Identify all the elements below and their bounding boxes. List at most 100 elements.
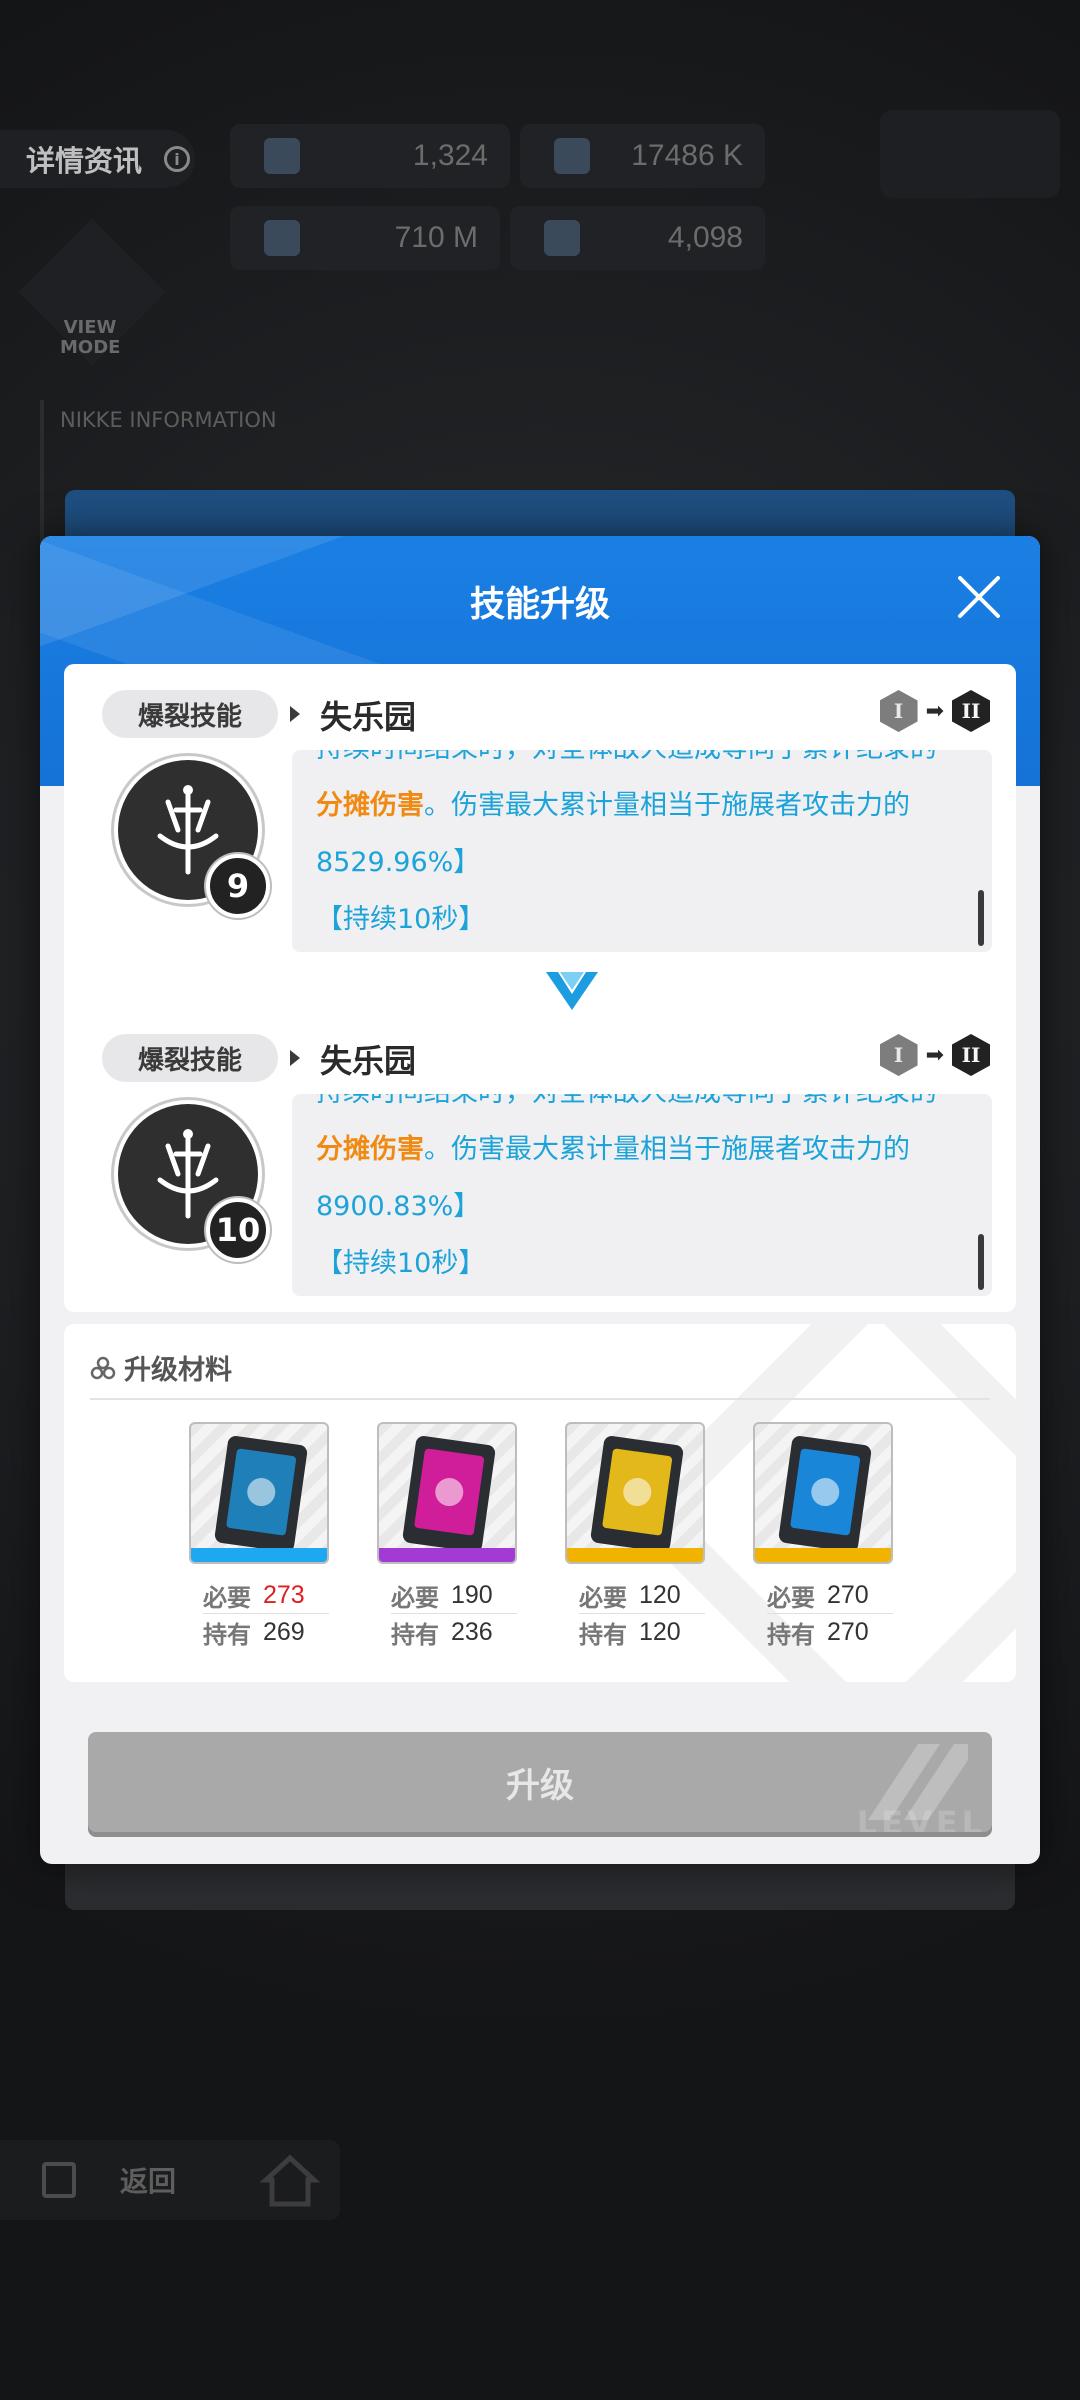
- owned-value: 269: [263, 1617, 305, 1646]
- required-value: 270: [827, 1581, 869, 1609]
- arrow-right-icon: [290, 706, 300, 722]
- owned-row: 持有 269: [203, 1614, 329, 1650]
- required-label: 必要: [203, 1584, 251, 1612]
- stat-icon: [554, 138, 590, 174]
- rarity-stripe: [379, 1548, 515, 1562]
- material-item[interactable]: 必要 273 持有 269: [189, 1422, 329, 1650]
- tablet-screen: [790, 1448, 861, 1536]
- required-value: 273: [263, 1581, 305, 1609]
- arrow-right-icon: [290, 1050, 300, 1066]
- owned-label: 持有: [391, 1620, 439, 1649]
- arrow-right-icon: ➡: [925, 698, 944, 724]
- tier-from-icon: I: [879, 1034, 918, 1076]
- detail-info-label: 详情资讯: [26, 144, 143, 178]
- skill-description[interactable]: 持续时间结束时，对全体敌人造成等同于累计纪录的 分摊伤害。伤害最大累计量相当于施…: [292, 750, 992, 952]
- stat-value: 710 M: [394, 221, 478, 254]
- owned-label: 持有: [767, 1620, 815, 1649]
- desc-duration: 【持续10秒】: [316, 1248, 486, 1279]
- owned-value: 236: [451, 1617, 493, 1646]
- stat-icon: [544, 220, 580, 256]
- materials-title: 升级材料: [124, 1355, 232, 1386]
- desc-duration: 【持续10秒】: [316, 904, 486, 935]
- owned-value: 270: [827, 1617, 869, 1646]
- stat-value: 4,098: [667, 221, 743, 254]
- rarity-stripe: [755, 1548, 891, 1562]
- upgrade-button-label: 升级: [506, 1765, 574, 1806]
- info-icon: i: [164, 146, 191, 172]
- required-label: 必要: [767, 1584, 815, 1612]
- scrollbar[interactable]: [978, 890, 984, 946]
- material-thumbnail: [753, 1422, 893, 1564]
- required-row: 必要 273: [203, 1578, 329, 1614]
- tier-to-icon: II: [952, 690, 990, 732]
- desc-line: 持续时间结束时，对全体敌人造成等同于累计纪录的: [316, 750, 962, 777]
- stat-value: 17486 K: [631, 139, 743, 172]
- close-icon: [958, 576, 1000, 618]
- required-row: 必要 120: [579, 1578, 705, 1614]
- upgrade-materials-card: 升级材料 必要 273 持有 269 必要 190 持有 236 必要 120 持有 120 必要 270…: [64, 1324, 1016, 1682]
- stat-icon: [264, 138, 300, 174]
- owned-row: 持有 236: [391, 1614, 517, 1650]
- stat-value: 1,324: [412, 139, 488, 172]
- next-skill-row: 爆裂技能 失乐园 I ➡ II 10 分摊伤害。伤害最大累计量相当于施展者攻击力…: [64, 1008, 1016, 1296]
- material-item[interactable]: 必要 270 持有 270: [753, 1422, 893, 1650]
- skill-name: 失乐园: [320, 1042, 417, 1080]
- detail-info-tab: 详情资讯 i: [0, 130, 195, 188]
- material-thumbnail: [377, 1422, 517, 1564]
- tablet-icon: [589, 1434, 685, 1554]
- tablet-screen: [414, 1448, 485, 1536]
- skill-type-tag: 爆裂技能: [102, 1034, 278, 1082]
- required-label: 必要: [579, 1584, 627, 1612]
- material-item[interactable]: 必要 190 持有 236: [377, 1422, 517, 1650]
- required-row: 必要 190: [391, 1578, 517, 1614]
- scrollbar[interactable]: [978, 1234, 984, 1290]
- nikke-info-label: NIKKE INFORMATION: [60, 408, 277, 432]
- skill-description[interactable]: 持续时间结束时，对全体敌人造成等同于累计纪录的 分摊伤害。伤害最大累计量相当于施…: [292, 1094, 992, 1296]
- materials-icon: [90, 1356, 116, 1379]
- corner-buttons: [880, 110, 1060, 198]
- close-button[interactable]: [954, 572, 1004, 622]
- required-label: 必要: [391, 1584, 439, 1612]
- stat-icon: [264, 220, 300, 256]
- tier-indicator: I ➡ II: [879, 690, 990, 732]
- skill-type-tag: 爆裂技能: [102, 690, 278, 738]
- tablet-icon: [213, 1434, 309, 1554]
- tier-from-icon: I: [879, 690, 918, 732]
- chevron-down-icon: [546, 972, 598, 1010]
- tablet-screen: [226, 1448, 297, 1536]
- tablet-screen: [602, 1448, 673, 1536]
- owned-label: 持有: [203, 1620, 251, 1649]
- modal-title: 技能升级: [469, 585, 610, 625]
- stat-box: 17486 K: [520, 124, 765, 188]
- tier-indicator: I ➡ II: [879, 1034, 990, 1076]
- skill-name: 失乐园: [320, 698, 417, 736]
- material-item[interactable]: 必要 120 持有 120: [565, 1422, 705, 1650]
- material-thumbnail: [565, 1422, 705, 1564]
- current-skill-row: 爆裂技能 失乐园 I ➡ II 9 分摊伤害。伤害最大累计量相当于施展者攻击力的…: [64, 664, 1016, 952]
- tablet-icon: [401, 1434, 497, 1554]
- owned-value: 120: [639, 1617, 681, 1646]
- upgrade-button[interactable]: 升级 LEVEL: [88, 1732, 992, 1832]
- owned-label: 持有: [579, 1620, 627, 1649]
- stat-box: 4,098: [510, 206, 765, 270]
- owned-row: 持有 120: [579, 1614, 705, 1650]
- rarity-stripe: [191, 1548, 327, 1562]
- desc-highlight: 分摊伤害: [316, 1134, 424, 1165]
- level-watermark: LEVEL: [856, 1804, 986, 1832]
- arrow-right-icon: ➡: [925, 1042, 944, 1068]
- owned-row: 持有 270: [767, 1614, 893, 1650]
- desc-line: 持续时间结束时，对全体敌人造成等同于累计纪录的: [316, 1094, 962, 1121]
- home-icon: [260, 2154, 320, 2207]
- required-value: 190: [451, 1581, 493, 1609]
- divider: [90, 1398, 990, 1400]
- required-row: 必要 270: [767, 1578, 893, 1614]
- skill-level-badge: 10: [206, 1198, 270, 1262]
- exit-icon: [42, 2162, 76, 2198]
- material-thumbnail: [189, 1422, 329, 1564]
- tier-to-icon: II: [952, 1034, 990, 1076]
- rarity-stripe: [567, 1548, 703, 1562]
- skill-level-badge: 9: [206, 854, 270, 918]
- skill-upgrade-modal: 技能升级 爆裂技能 失乐园 I ➡ II 9 分摊伤害。伤害最大累计量相当于施展…: [40, 536, 1040, 1864]
- view-mode-label: VIEW MODE: [60, 317, 121, 358]
- materials-header: 升级材料: [90, 1348, 232, 1387]
